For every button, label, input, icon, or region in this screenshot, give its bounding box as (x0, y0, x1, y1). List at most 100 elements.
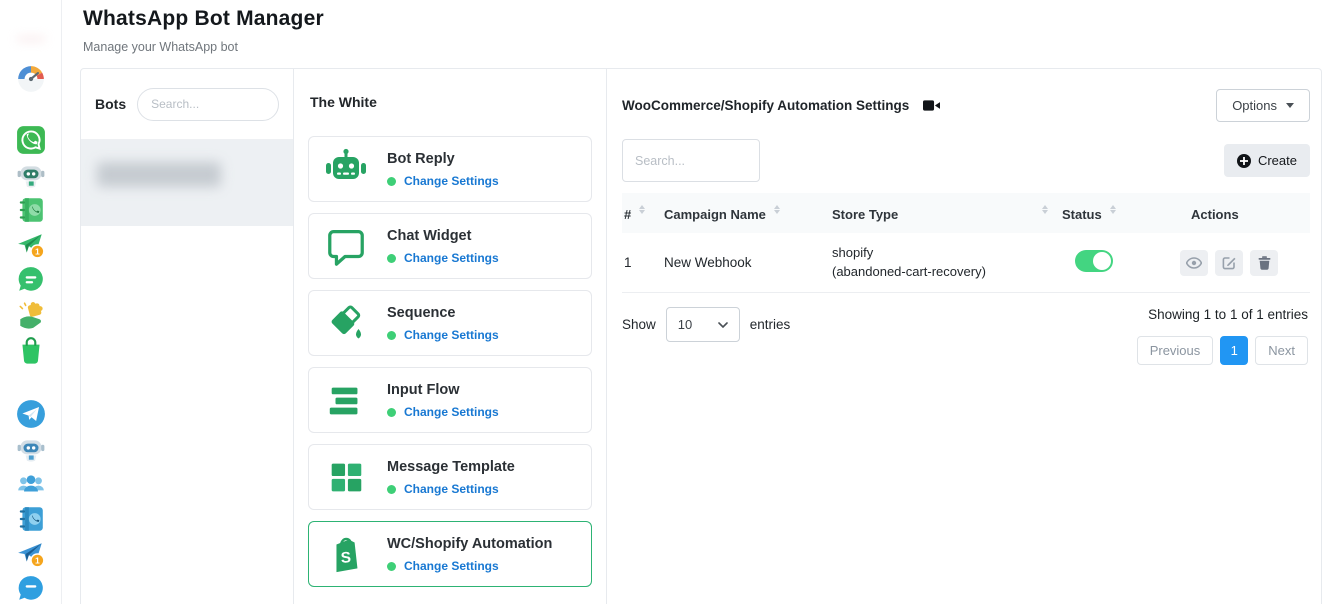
row-index: 1 (622, 255, 664, 270)
bot-list-item-selected[interactable] (81, 140, 293, 226)
options-button[interactable]: Options (1216, 89, 1310, 122)
campaign-badge: 1 (35, 556, 40, 566)
video-camera-icon[interactable] (923, 99, 940, 112)
change-settings-link[interactable]: Change Settings (404, 328, 499, 342)
status-dot (387, 331, 396, 340)
bot-name-redacted (97, 162, 221, 187)
change-settings-link[interactable]: Change Settings (404, 251, 499, 265)
whatsapp-chat-icon[interactable] (16, 265, 46, 295)
shopify-letter: S (340, 549, 351, 567)
page-header: WhatsApp Bot Manager Manage your WhatsAp… (62, 0, 1325, 54)
sort-icon (1042, 205, 1048, 214)
row-actions-cell (1180, 250, 1310, 276)
telegram-contacts-icon[interactable] (16, 504, 46, 534)
shopify-icon: S (323, 533, 369, 575)
row-status-cell (1062, 250, 1180, 275)
delete-button[interactable] (1250, 250, 1278, 276)
change-settings-link[interactable]: Change Settings (404, 174, 499, 188)
menu-card-wc-shopify-automation[interactable]: S WC/Shopify Automation Change Settings (308, 521, 592, 587)
automation-header: WooCommerce/Shopify Automation Settings … (622, 85, 1310, 125)
chevron-down-icon (718, 322, 728, 328)
whatsapp-bot-icon[interactable] (16, 160, 46, 190)
integrations-icon[interactable] (16, 300, 46, 330)
main-area: WhatsApp Bot Manager Manage your WhatsAp… (62, 0, 1325, 604)
create-button[interactable]: Create (1224, 144, 1310, 177)
page-size-group: Show 10 entries (622, 307, 790, 342)
campaign-badge: 1 (35, 247, 40, 257)
dashboard-icon[interactable] (16, 64, 46, 94)
status-dot (387, 485, 396, 494)
shop-icon[interactable] (16, 335, 46, 365)
bot-menu-list: Bot Reply Change Settings Cha (308, 136, 592, 587)
pagination: Previous 1 Next (1137, 336, 1308, 365)
menu-card-message-template[interactable]: Message Template Change Settings (308, 444, 592, 510)
showing-summary: Showing 1 to 1 of 1 entries (1148, 307, 1308, 322)
toggle-knob (1093, 252, 1111, 270)
status-dot (387, 177, 396, 186)
edit-icon (1222, 256, 1236, 270)
store-type-main: shopify (832, 244, 1062, 262)
whatsapp-campaign-icon[interactable]: 1 (16, 230, 46, 260)
status-dot (387, 254, 396, 263)
current-page-button[interactable]: 1 (1220, 336, 1248, 365)
automation-table: # Campaign Name Store Type Status (622, 193, 1310, 293)
create-button-label: Create (1258, 153, 1297, 168)
view-button[interactable] (1180, 250, 1208, 276)
chevron-down-icon (1286, 103, 1294, 108)
table-row: 1 New Webhook shopify (abandoned-cart-re… (622, 233, 1310, 293)
menu-item-label: Bot Reply (387, 151, 455, 167)
column-header-status[interactable]: Status (1062, 205, 1180, 221)
telegram-icon[interactable] (16, 399, 46, 429)
trash-icon (1258, 256, 1271, 270)
previous-page-button[interactable]: Previous (1137, 336, 1214, 365)
app-logo-blurred (17, 38, 45, 40)
row-store-type: shopify (abandoned-cart-recovery) (832, 244, 1062, 280)
change-settings-link[interactable]: Change Settings (404, 482, 499, 496)
column-header-actions: Actions (1180, 205, 1310, 221)
telegram-group-icon[interactable] (16, 469, 46, 499)
bots-search-input[interactable] (137, 88, 279, 121)
sort-icon (639, 205, 645, 214)
column-header-index[interactable]: # (622, 205, 664, 221)
column-header-store-type[interactable]: Store Type (832, 205, 1062, 221)
page-title: WhatsApp Bot Manager (83, 7, 1325, 31)
entries-label: entries (750, 317, 791, 332)
menu-card-chat-widget[interactable]: Chat Widget Change Settings (308, 213, 592, 279)
status-toggle-on[interactable] (1075, 250, 1113, 272)
input-flow-icon (323, 379, 369, 421)
whatsapp-icon[interactable] (16, 125, 46, 155)
edit-button[interactable] (1215, 250, 1243, 276)
column-header-campaign-name[interactable]: Campaign Name (664, 205, 832, 221)
telegram-bot-icon[interactable] (16, 434, 46, 464)
menu-item-label: Input Flow (387, 382, 459, 398)
next-page-button[interactable]: Next (1255, 336, 1308, 365)
page-subtitle: Manage your WhatsApp bot (83, 40, 1325, 54)
options-button-label: Options (1232, 98, 1277, 113)
bot-reply-icon (323, 147, 369, 191)
manager-card: Bots The White (80, 68, 1322, 604)
bot-menu-panel: The White (293, 69, 606, 604)
sort-icon (774, 205, 780, 214)
app-sidebar: 1 (0, 0, 62, 604)
menu-card-bot-reply[interactable]: Bot Reply Change Settings (308, 136, 592, 202)
menu-item-label: Chat Widget (387, 228, 471, 244)
status-dot (387, 562, 396, 571)
page-size-select[interactable]: 10 (666, 307, 740, 342)
bot-name-title: The White (294, 69, 606, 110)
plus-circle-icon (1237, 154, 1251, 168)
sort-icon (1110, 205, 1116, 214)
sequence-icon (323, 301, 369, 345)
bots-label: Bots (95, 96, 126, 112)
change-settings-link[interactable]: Change Settings (404, 405, 499, 419)
menu-card-sequence[interactable]: Sequence Change Settings (308, 290, 592, 356)
change-settings-link[interactable]: Change Settings (404, 559, 499, 573)
whatsapp-contacts-icon[interactable] (16, 195, 46, 225)
table-search-input[interactable] (622, 139, 760, 182)
telegram-chat-icon[interactable] (16, 574, 46, 604)
message-template-icon (323, 456, 369, 498)
row-campaign-name: New Webhook (664, 255, 832, 270)
pagination-area: Showing 1 to 1 of 1 entries Previous 1 N… (1137, 307, 1310, 365)
menu-card-input-flow[interactable]: Input Flow Change Settings (308, 367, 592, 433)
telegram-campaign-icon[interactable]: 1 (16, 539, 46, 569)
eye-icon (1186, 257, 1202, 269)
